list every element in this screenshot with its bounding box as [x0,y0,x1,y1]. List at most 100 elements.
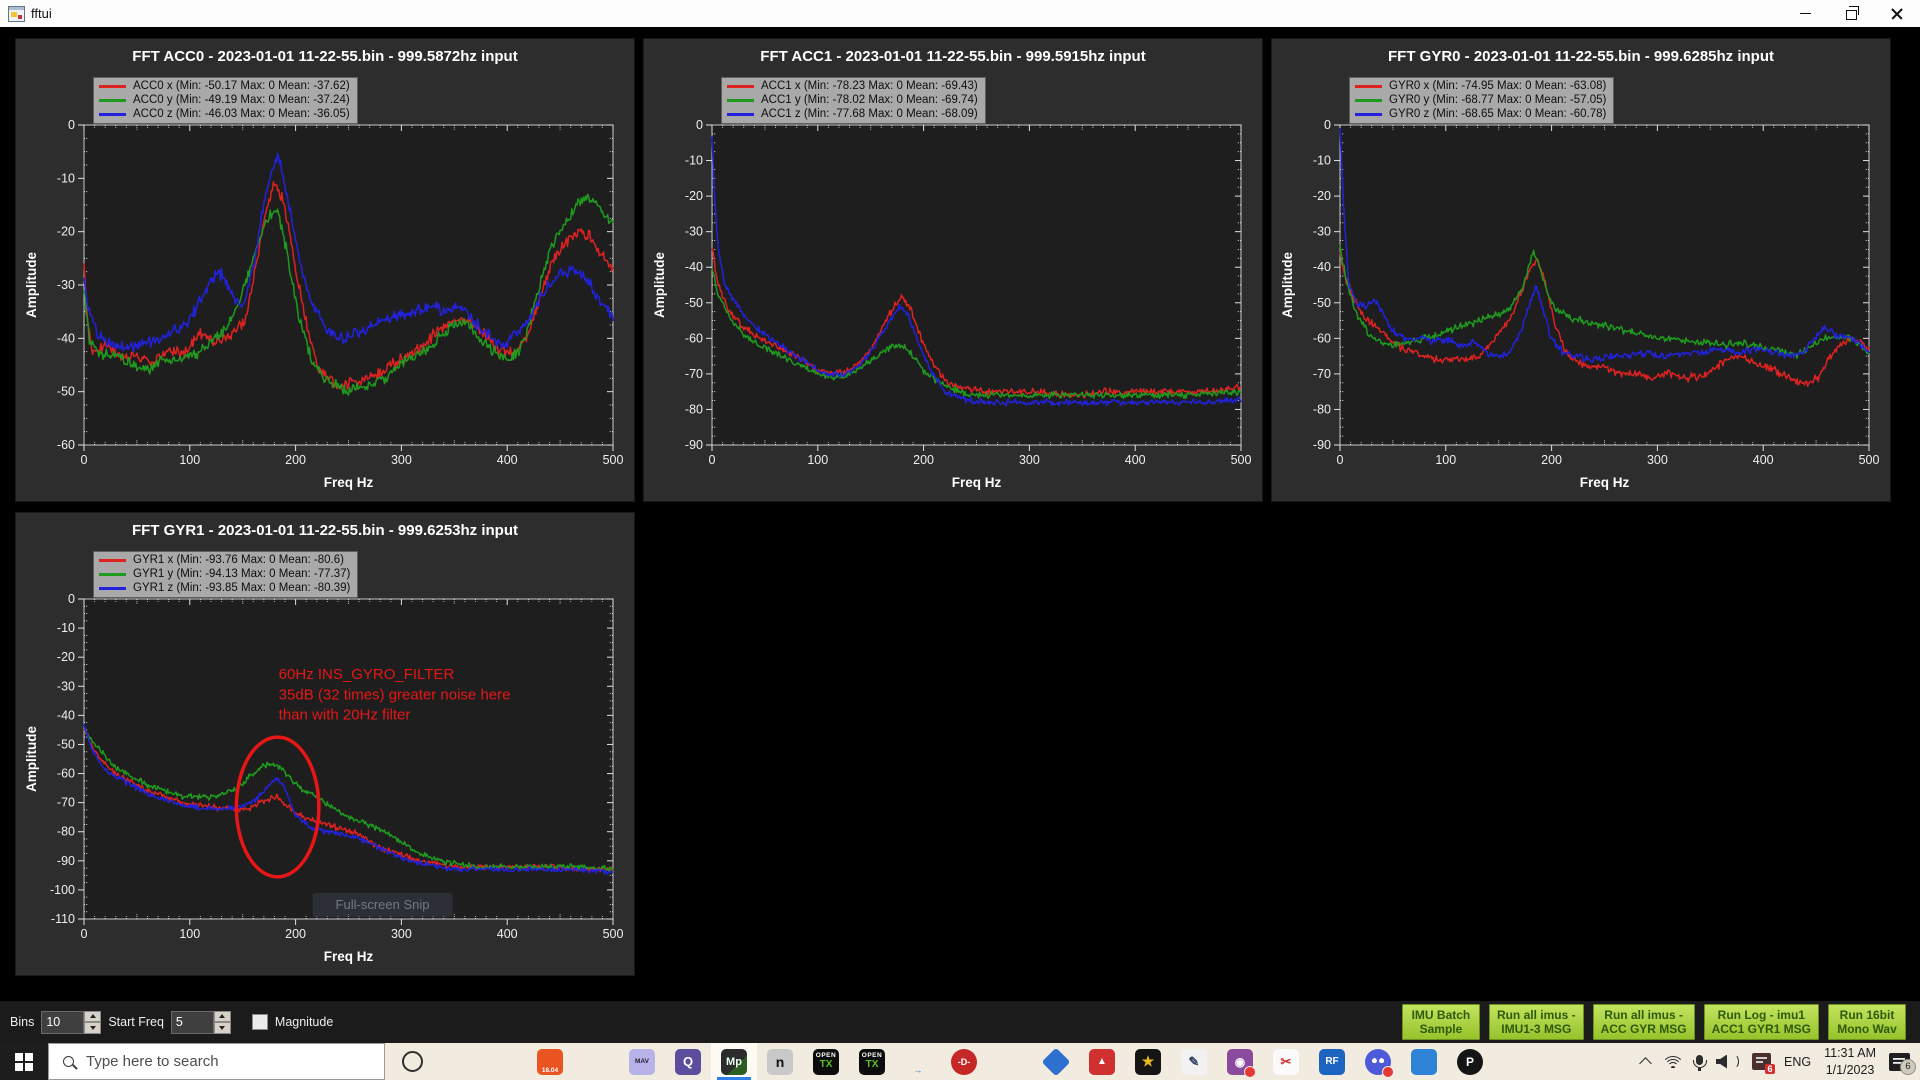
svg-text:-100: -100 [50,883,75,897]
magnitude-label: Magnitude [275,1015,333,1029]
chrome-icon[interactable] [435,1043,481,1080]
legend-row: ACC0 z (Min: -46.03 Max: 0 Mean: -36.05) [99,107,350,121]
legend-label: ACC1 x (Min: -78.23 Max: 0 Mean: -69.43) [761,80,978,92]
legend-swatch [1355,99,1382,102]
wifi-icon[interactable] [1663,1055,1683,1068]
qgroundcontrol-icon[interactable]: Q [665,1043,711,1080]
svg-text:Amplitude: Amplitude [24,252,39,318]
legend-swatch [99,99,126,102]
display-switch-icon[interactable]: → [895,1043,941,1080]
kite-app-icon[interactable] [1033,1043,1079,1080]
qgroundcontrol-glyph: Q [675,1049,701,1075]
svg-text:-80: -80 [685,402,703,416]
svg-text:-60: -60 [685,331,703,345]
vlc-icon[interactable] [987,1043,1033,1080]
run-all-imus-accgyr-button[interactable]: Run all imus -ACC GYR MSG [1593,1004,1695,1041]
tray-app-icon[interactable]: 6 [1752,1053,1771,1070]
window-titlebar: fftui [0,0,1920,28]
language-indicator[interactable]: ENG [1784,1055,1811,1069]
chrome-glyph [445,1049,471,1075]
svg-text:100: 100 [179,927,200,941]
cortana-icon[interactable] [389,1043,435,1080]
svg-text:100: 100 [179,453,200,467]
svg-text:300: 300 [1647,453,1668,467]
run-all-imus-imu13-button[interactable]: Run all imus -IMU1-3 MSG [1489,1004,1584,1041]
taskbar-clock[interactable]: 11:31 AM 1/1/2023 [1824,1045,1876,1079]
snip-icon[interactable]: ✂ [1263,1043,1309,1080]
opentx-icon-2[interactable]: OPENTX [849,1043,895,1080]
fft-controls: Bins Start Freq Magnitude [10,1001,333,1043]
plex-icon[interactable]: P [1447,1043,1493,1080]
snip-glyph: ✂ [1273,1049,1299,1075]
ubuntu-icon[interactable]: 18.04 [527,1043,573,1080]
run-log-imu1-button[interactable]: Run Log - imu1ACC1 GYR1 MSG [1704,1004,1819,1041]
fft-panel-gyr0: FFT GYR0 - 2023-01-01 11-22-55.bin - 999… [1271,38,1891,502]
svg-text:Full-screen Snip: Full-screen Snip [336,897,430,912]
legend-row: GYR0 y (Min: -68.77 Max: 0 Mean: -57.05) [1355,93,1606,107]
window-controls [1782,0,1920,27]
legend-row: GYR0 z (Min: -68.65 Max: 0 Mean: -60.78) [1355,107,1606,121]
realflight-icon[interactable]: RF [1309,1043,1355,1080]
ubuntu-glyph: 18.04 [537,1049,563,1075]
mavproxy-icon[interactable]: MAV [619,1043,665,1080]
discord-icon[interactable] [1355,1043,1401,1080]
svg-text:200: 200 [1541,453,1562,467]
linux-tux-icon[interactable] [573,1043,619,1080]
taskbar-search[interactable] [48,1043,385,1080]
start-button[interactable] [0,1043,48,1080]
start-freq-input[interactable] [171,1011,214,1034]
rocket-app-icon[interactable]: ▲ [1079,1043,1125,1080]
legend-label: ACC1 y (Min: -78.02 Max: 0 Mean: -69.74) [761,94,978,106]
ncoder-icon[interactable]: n [757,1043,803,1080]
bins-input[interactable] [41,1011,84,1034]
legend-swatch [99,85,126,88]
notification-center-icon[interactable]: 6 [1889,1053,1910,1071]
legend-swatch [99,559,126,562]
volume-icon[interactable] [1716,1054,1739,1069]
notification-dot [1382,1066,1394,1078]
svg-text:0: 0 [68,118,75,132]
bins-stepper[interactable] [84,1011,101,1034]
svg-text:-20: -20 [57,650,75,664]
imu-batch-sample-button[interactable]: IMU BatchSample [1402,1004,1480,1041]
legend-swatch [727,99,754,102]
search-input[interactable] [84,1052,338,1071]
tray-expand-icon[interactable] [1639,1057,1652,1070]
file-explorer-glyph [491,1049,517,1075]
file-explorer-icon[interactable] [481,1043,527,1080]
svg-text:500: 500 [603,453,624,467]
videopad-icon[interactable]: ★ [1125,1043,1171,1080]
close-button[interactable] [1874,0,1920,27]
opentx-icon[interactable]: OPENTX [803,1043,849,1080]
legend-label: ACC1 z (Min: -77.68 Max: 0 Mean: -68.09) [761,108,978,120]
svg-text:0: 0 [709,453,716,467]
video-capture-icon[interactable]: ◉ [1217,1043,1263,1080]
svg-text:than with 20Hz filter: than with 20Hz filter [279,707,411,724]
legend-row: ACC0 y (Min: -49.19 Max: 0 Mean: -37.24) [99,93,350,107]
davinci-icon[interactable]: -D- [941,1043,987,1080]
restore-button[interactable] [1828,0,1874,27]
mission-planner-icon[interactable]: Mp [711,1043,757,1080]
svg-text:0: 0 [1324,118,1331,132]
start-freq-stepper[interactable] [214,1011,231,1034]
microphone-icon[interactable] [1696,1055,1703,1065]
svg-text:0: 0 [696,118,703,132]
run-16bit-mono-wav-button[interactable]: Run 16bitMono Wav [1828,1004,1906,1041]
obs-icon[interactable] [1401,1043,1447,1080]
image-editor-icon[interactable]: ✎ [1171,1043,1217,1080]
minimize-button[interactable] [1782,0,1828,27]
legend-label: GYR0 y (Min: -68.77 Max: 0 Mean: -57.05) [1389,94,1606,106]
chart-workarea: FFT ACC0 - 2023-01-01 11-22-55.bin - 999… [0,27,1920,1001]
svg-text:-50: -50 [685,296,703,310]
svg-text:500: 500 [1859,453,1880,467]
notification-dot [1244,1066,1256,1078]
opentx-2-glyph: OPENTX [859,1049,885,1075]
ncoder-glyph: n [767,1049,793,1075]
legend-swatch [99,573,126,576]
chart-title: FFT ACC0 - 2023-01-01 11-22-55.bin - 999… [16,48,634,65]
svg-text:400: 400 [497,927,518,941]
taskbar-icons: 18.04 MAV Q Mpn OPENTX OPENTX →-D- ▲★✎ ◉ ✂ RF P [389,1043,1493,1080]
restore-icon [1846,10,1857,20]
magnitude-checkbox[interactable] [252,1014,268,1030]
video-capture-glyph: ◉ [1227,1049,1253,1075]
